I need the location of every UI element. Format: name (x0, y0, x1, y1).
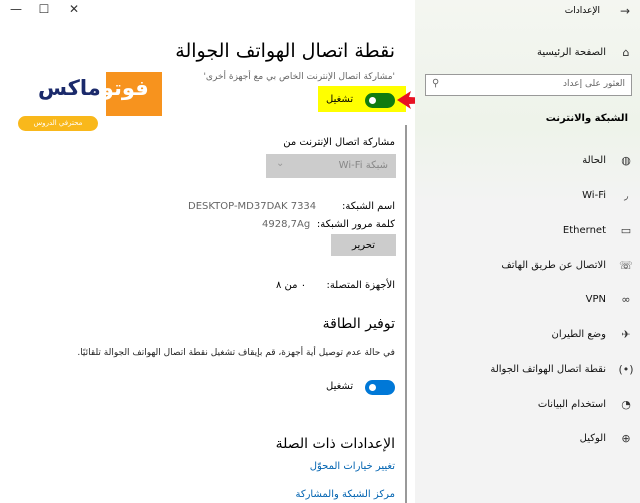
toggle-knob (369, 97, 376, 104)
hotspot-icon: (•) (618, 362, 634, 376)
network-sharing-center-link[interactable]: مركز الشبكة والمشاركة (295, 489, 395, 500)
nav-item-label: Ethernet (562, 224, 606, 236)
network-name-value: DESKTOP-MD37DAK 7334 (188, 201, 317, 212)
password-label: كلمة مرور الشبكة: (316, 219, 395, 230)
watermark-brand: فوتوماكس (38, 76, 149, 100)
proxy-globe-icon: ⊕ (621, 431, 631, 445)
wifi-icon: ◞ (623, 188, 629, 202)
ethernet-icon: ▭ (620, 223, 632, 237)
nav-item-status[interactable]: ◍ الحالة (415, 145, 640, 175)
data-usage-icon: ◔ (621, 397, 631, 411)
nav-home-label: الصفحة الرئيسية (537, 46, 606, 58)
dialup-icon: ☏ (619, 258, 633, 272)
change-adapter-link[interactable]: تغيير خيارات المحوّل (310, 461, 395, 472)
nav-item-label: نقطة اتصال الهواتف الجوالة (490, 363, 606, 375)
power-saving-title: توفير الطاقة (322, 316, 395, 332)
nav-item-label: الاتصال عن طريق الهاتف (501, 259, 606, 271)
edit-button[interactable]: تحرير (331, 234, 396, 256)
nav-item-ethernet[interactable]: ▭ Ethernet (415, 215, 640, 245)
page-title: نقطة اتصال الهواتف الجوالة (175, 40, 395, 62)
share-toggle[interactable] (365, 93, 395, 108)
nav-item-wifi[interactable]: ◞ Wi-Fi (415, 180, 640, 210)
watermark-tagline: محترفي الدروس (18, 116, 98, 131)
toggle-knob (369, 384, 376, 391)
nav-item-label: الحالة (582, 154, 606, 166)
search-input[interactable]: العثور على إعداد ⚲ (425, 74, 632, 96)
power-saving-toggle[interactable] (365, 380, 395, 395)
nav-item-dialup[interactable]: ☏ الاتصال عن طريق الهاتف (415, 250, 640, 280)
nav-item-label: وضع الطيران (551, 328, 606, 340)
chevron-down-icon: ⌄ (276, 158, 285, 169)
vpn-icon: ∞ (621, 292, 631, 306)
nav-item-label: VPN (585, 293, 606, 305)
related-settings-title: الإعدادات ذات الصلة (275, 436, 395, 452)
dropdown-value: شبكة Wi-Fi (338, 160, 388, 171)
home-icon: ⌂ (622, 45, 630, 59)
nav-item-label: استخدام البيانات (537, 398, 606, 410)
search-placeholder: العثور على إعداد (563, 79, 625, 89)
globe-status-icon: ◍ (621, 153, 631, 167)
maximize-button[interactable]: ☐ (34, 2, 54, 16)
navigation-pane: → الإعدادات ⌂ الصفحة الرئيسية العثور على… (415, 0, 640, 503)
share-description: 'مشاركة اتصال الإنترنت الخاص بي مع أجهزة… (203, 72, 395, 82)
share-from-dropdown[interactable]: شبكة Wi-Fi ⌄ (266, 154, 396, 178)
share-toggle-label: تشغيل (326, 94, 354, 105)
nav-home[interactable]: ⌂ الصفحة الرئيسية (415, 37, 640, 67)
back-arrow-icon[interactable]: → (620, 4, 630, 18)
password-value: 4928,7Ag (262, 219, 311, 230)
content-pane: — ☐ ✕ نقطة اتصال الهواتف الجوالة 'مشاركة… (0, 0, 453, 503)
window-title: الإعدادات (564, 6, 600, 16)
nav-section-title: الشبكة والانترنت (545, 113, 628, 124)
nav-item-label: Wi-Fi (582, 189, 606, 201)
share-from-label: مشاركة اتصال الإنترنت من (283, 137, 395, 148)
nav-item-label: الوكيل (579, 432, 606, 444)
power-toggle-label: تشغيل (326, 381, 354, 392)
connected-devices-value: ٠ من ٨ (276, 280, 307, 291)
nav-item-airplane-mode[interactable]: ✈ وضع الطيران (415, 319, 640, 349)
nav-item-vpn[interactable]: ∞ VPN (415, 284, 640, 314)
nav-item-mobile-hotspot[interactable]: (•) نقطة اتصال الهواتف الجوالة (415, 354, 640, 384)
nav-item-data-usage[interactable]: ◔ استخدام البيانات (415, 389, 640, 419)
nav-item-proxy[interactable]: ⊕ الوكيل (415, 423, 640, 453)
search-icon: ⚲ (432, 78, 440, 89)
minimize-button[interactable]: — (6, 2, 26, 16)
connected-devices-label: الأجهزة المتصلة: (326, 280, 395, 291)
scrollbar[interactable] (405, 125, 407, 503)
network-name-label: اسم الشبكة: (341, 201, 395, 212)
power-saving-description: في حالة عدم توصيل أية أجهزة، قم بإيقاف ت… (77, 348, 395, 358)
airplane-icon: ✈ (621, 327, 631, 341)
close-button[interactable]: ✕ (64, 2, 84, 16)
